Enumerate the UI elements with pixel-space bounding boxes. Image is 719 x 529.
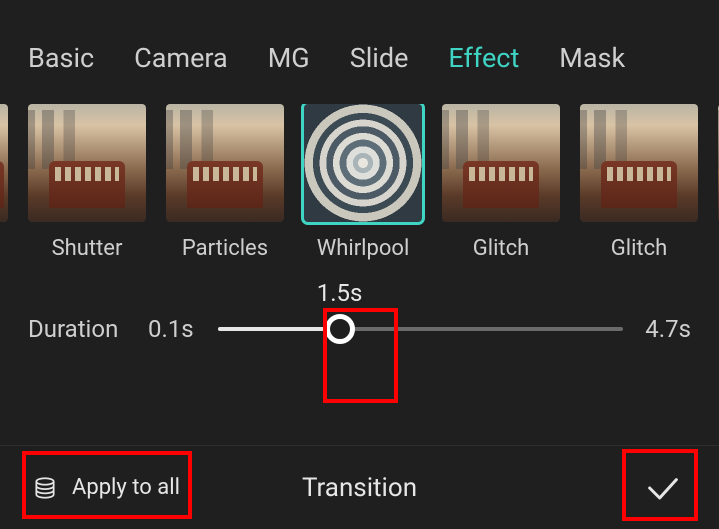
effect-item-particles[interactable]: Particles xyxy=(166,104,284,261)
effect-label xyxy=(0,236,1,261)
duration-row: Duration 0.1s 1.5s 4.7s xyxy=(0,261,719,343)
confirm-button[interactable] xyxy=(639,464,687,512)
duration-slider[interactable]: 1.5s xyxy=(218,327,623,331)
tab-mask[interactable]: Mask xyxy=(559,42,625,74)
check-icon xyxy=(643,468,683,508)
bottom-bar: Apply to all Transition xyxy=(0,445,719,529)
effect-thumbnail[interactable] xyxy=(166,104,284,222)
effect-thumbnail[interactable] xyxy=(580,104,698,222)
effect-item-glitch-1[interactable]: Glitch xyxy=(442,104,560,261)
effect-thumbnail[interactable] xyxy=(442,104,560,222)
effect-thumbnail[interactable] xyxy=(28,104,146,222)
effect-label: Whirlpool xyxy=(317,236,410,261)
stack-icon xyxy=(32,475,58,501)
effect-label: Glitch xyxy=(611,236,668,261)
apply-to-all-button[interactable]: Apply to all xyxy=(32,475,180,501)
slider-handle[interactable] xyxy=(325,314,355,344)
effect-label: Glitch xyxy=(473,236,530,261)
tab-camera[interactable]: Camera xyxy=(134,42,228,74)
slider-fill xyxy=(218,327,340,331)
effect-item[interactable] xyxy=(0,104,8,261)
duration-max: 4.7s xyxy=(645,315,691,343)
tab-basic[interactable]: Basic xyxy=(28,42,94,74)
effect-thumbnail[interactable] xyxy=(304,104,422,222)
category-tabs: Basic Camera MG Slide Effect Mask xyxy=(0,0,719,104)
effect-item-glitch-2[interactable]: Glitch xyxy=(580,104,698,261)
apply-to-all-label: Apply to all xyxy=(72,475,180,500)
effect-thumbnail[interactable] xyxy=(0,104,8,222)
duration-label: Duration xyxy=(28,315,148,343)
effect-label: Particles xyxy=(182,236,268,261)
tab-slide[interactable]: Slide xyxy=(350,42,409,74)
effects-strip[interactable]: Shutter Particles Whirlpool Glitch Glitc… xyxy=(0,104,719,261)
duration-value: 1.5s xyxy=(317,279,363,307)
duration-min: 0.1s xyxy=(148,315,218,343)
effect-item-shutter[interactable]: Shutter xyxy=(28,104,146,261)
tab-mg[interactable]: MG xyxy=(268,42,310,74)
panel-title: Transition xyxy=(302,473,417,503)
effect-label: Shutter xyxy=(52,236,123,261)
tab-effect[interactable]: Effect xyxy=(448,42,519,74)
effect-item-whirlpool[interactable]: Whirlpool xyxy=(304,104,422,261)
